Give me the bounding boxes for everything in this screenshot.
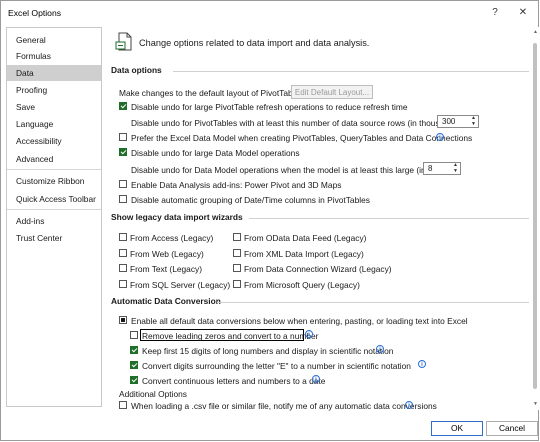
disable-grouping-checkbox[interactable] (119, 195, 127, 203)
sidebar-item-proofing[interactable]: Proofing (7, 82, 101, 98)
legacy-connection-wizard-label: From Data Connection Wizard (Legacy) (244, 264, 392, 274)
undo-model-value: 8 (428, 164, 433, 173)
default-layout-label: Make changes to the default layout of Pi… (119, 88, 306, 98)
legacy-text-label: From Text (Legacy) (130, 264, 202, 274)
help-button[interactable]: ? (487, 6, 503, 20)
legacy-sql-checkbox[interactable] (119, 280, 127, 288)
legacy-web-checkbox[interactable] (119, 249, 127, 257)
sidebar-item-customize-ribbon[interactable]: Customize Ribbon (7, 173, 101, 189)
undo-rows-label: Disable undo for PivotTables with at lea… (131, 118, 463, 128)
remove-leading-zeros-checkbox[interactable] (130, 331, 138, 339)
sidebar-item-language[interactable]: Language (7, 116, 101, 132)
disable-grouping-label: Disable automatic grouping of Date/Time … (131, 195, 370, 205)
enable-addins-label: Enable Data Analysis add-ins: Power Pivo… (131, 180, 342, 190)
legacy-access-label: From Access (Legacy) (130, 233, 214, 243)
sidebar-divider (7, 209, 101, 210)
prefer-data-model-checkbox[interactable] (119, 133, 127, 141)
keep-15-digits-checkbox[interactable] (130, 346, 138, 354)
sidebar-item-formulas[interactable]: Formulas (7, 48, 101, 64)
legacy-odata-checkbox[interactable] (233, 233, 241, 241)
convert-e-label: Convert digits surrounding the letter "E… (142, 361, 411, 371)
info-icon[interactable]: i (376, 345, 384, 353)
undo-rows-spinner[interactable]: 300 ▲ ▼ (437, 115, 479, 128)
sidebar-item-general[interactable]: General (7, 32, 101, 48)
edit-default-layout-button[interactable]: Edit Default Layout... (291, 85, 373, 99)
disable-undo-model-label: Disable undo for large Data Model operat… (131, 148, 300, 158)
sidebar-item-advanced[interactable]: Advanced (7, 151, 101, 167)
legacy-msquery-label: From Microsoft Query (Legacy) (244, 280, 360, 290)
sidebar-item-save[interactable]: Save (7, 99, 101, 115)
undo-model-spinner[interactable]: 8 ▲ ▼ (423, 162, 461, 175)
sidebar-item-data[interactable]: Data (7, 65, 101, 81)
document-data-icon (115, 32, 132, 51)
indeterminate-mark (121, 318, 125, 322)
spinner-arrows-icon[interactable]: ▲ ▼ (451, 162, 460, 174)
convert-e-checkbox[interactable] (130, 361, 138, 369)
convert-letters-label: Convert continuous letters and numbers t… (142, 376, 326, 386)
spinner-arrows-icon[interactable]: ▲ ▼ (469, 115, 478, 127)
additional-options-title: Additional Options (119, 389, 187, 399)
sidebar-item-quick-access-toolbar[interactable]: Quick Access Toolbar (7, 191, 101, 207)
info-icon[interactable]: i (305, 330, 313, 338)
remove-leading-zeros-label: Remove leading zeros and convert to a nu… (142, 331, 319, 341)
legacy-connection-wizard-checkbox[interactable] (233, 264, 241, 272)
undo-model-label: Disable undo for Data Model operations w… (131, 165, 446, 175)
notify-csv-checkbox[interactable] (119, 401, 127, 409)
enable-all-conversions-checkbox[interactable] (119, 316, 127, 324)
section-divider (173, 71, 529, 72)
info-icon[interactable]: i (436, 133, 444, 141)
legacy-text-checkbox[interactable] (119, 264, 127, 272)
notify-csv-label: When loading a .csv file or similar file… (131, 401, 437, 411)
legacy-access-checkbox[interactable] (119, 233, 127, 241)
page-description: Change options related to data import an… (139, 38, 370, 48)
disable-undo-pivot-checkbox[interactable] (119, 102, 127, 110)
title-bar: Excel Options ? ✕ (1, 1, 538, 25)
sidebar-item-trust-center[interactable]: Trust Center (7, 230, 101, 246)
legacy-web-label: From Web (Legacy) (130, 249, 204, 259)
scroll-down-icon[interactable]: ▼ (532, 401, 539, 408)
info-icon[interactable]: i (312, 375, 320, 383)
options-sidebar: General Formulas Data Proofing Save Lang… (6, 27, 102, 407)
vertical-scrollbar[interactable]: ▲ ▼ (532, 27, 539, 410)
convert-letters-checkbox[interactable] (130, 376, 138, 384)
section-divider (217, 302, 529, 303)
info-icon[interactable]: i (418, 360, 426, 368)
scroll-thumb[interactable] (533, 43, 537, 389)
sidebar-item-add-ins[interactable]: Add-ins (7, 213, 101, 229)
enable-addins-checkbox[interactable] (119, 180, 127, 188)
disable-undo-pivot-label: Disable undo for large PivotTable refres… (131, 102, 408, 112)
enable-all-conversions-label: Enable all default data conversions belo… (131, 316, 468, 326)
keep-15-digits-label: Keep first 15 digits of long numbers and… (142, 346, 394, 356)
data-options-panel: Change options related to data import an… (105, 27, 535, 412)
close-button[interactable]: ✕ (515, 6, 531, 20)
legacy-xml-label: From XML Data Import (Legacy) (244, 249, 364, 259)
ok-button[interactable]: OK (431, 421, 483, 436)
legacy-sql-label: From SQL Server (Legacy) (130, 280, 231, 290)
section-title-legacy-wizards: Show legacy data import wizards (111, 212, 243, 222)
undo-rows-value: 300 (442, 117, 456, 126)
sidebar-item-accessibility[interactable]: Accessibility (7, 133, 101, 149)
legacy-odata-label: From OData Data Feed (Legacy) (244, 233, 367, 243)
excel-options-dialog: Excel Options ? ✕ General Formulas Data … (0, 0, 539, 441)
section-title-data-options: Data options (111, 65, 162, 75)
scroll-up-icon[interactable]: ▲ (532, 29, 539, 36)
sidebar-divider (7, 169, 101, 170)
disable-undo-model-checkbox[interactable] (119, 148, 127, 156)
info-icon[interactable]: i (405, 401, 413, 409)
dialog-title: Excel Options (8, 8, 62, 18)
prefer-data-model-label: Prefer the Excel Data Model when creatin… (131, 133, 473, 143)
section-divider (249, 218, 529, 219)
section-title-auto-conversion: Automatic Data Conversion (111, 296, 221, 306)
cancel-button[interactable]: Cancel (486, 421, 538, 436)
legacy-msquery-checkbox[interactable] (233, 280, 241, 288)
legacy-xml-checkbox[interactable] (233, 249, 241, 257)
